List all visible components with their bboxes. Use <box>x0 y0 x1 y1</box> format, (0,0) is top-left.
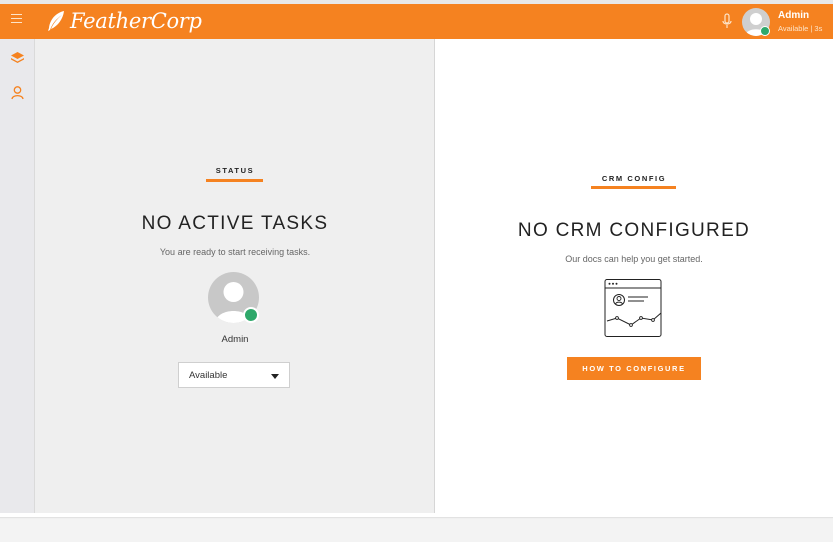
status-title: NO ACTIVE TASKS <box>141 213 329 234</box>
brand-logo[interactable]: FeatherCorp <box>46 7 202 35</box>
user-icon[interactable] <box>10 85 25 100</box>
user-status-dot <box>760 26 770 36</box>
layers-icon[interactable] <box>10 51 25 66</box>
status-subtitle: You are ready to start receiving tasks. <box>159 247 311 257</box>
app-header: FeatherCorp Admin Available | 3s <box>0 4 833 39</box>
brand-name: FeatherCorp <box>70 9 202 33</box>
status-panel: STATUS NO ACTIVE TASKS You are ready to … <box>35 39 435 513</box>
crm-underline <box>591 186 676 189</box>
agent-name: Admin <box>221 334 249 345</box>
status-underline <box>206 179 263 182</box>
availability-value: Available <box>189 370 228 381</box>
crm-section-label: CRM CONFIG <box>601 174 667 183</box>
how-to-configure-button[interactable]: HOW TO CONFIGURE <box>567 357 701 380</box>
status-section-label: STATUS <box>215 166 255 175</box>
agent-status-dot <box>243 307 259 323</box>
crm-browser-illustration-icon <box>604 279 662 337</box>
sidebar <box>0 39 35 513</box>
crm-subtitle: Our docs can help you get started. <box>565 254 703 264</box>
footer-bar <box>0 519 833 542</box>
bottom-strip <box>0 513 833 518</box>
feather-icon <box>48 11 64 31</box>
caret-down-icon <box>271 374 279 379</box>
crm-panel: CRM CONFIG NO CRM CONFIGURED Our docs ca… <box>435 39 833 513</box>
availability-select[interactable]: Available <box>178 362 290 388</box>
crm-title: NO CRM CONFIGURED <box>517 220 751 241</box>
menu-icon[interactable] <box>11 14 22 28</box>
user-name[interactable]: Admin <box>778 10 809 21</box>
user-status-text: Available | 3s <box>778 24 823 33</box>
microphone-icon[interactable] <box>720 13 734 31</box>
